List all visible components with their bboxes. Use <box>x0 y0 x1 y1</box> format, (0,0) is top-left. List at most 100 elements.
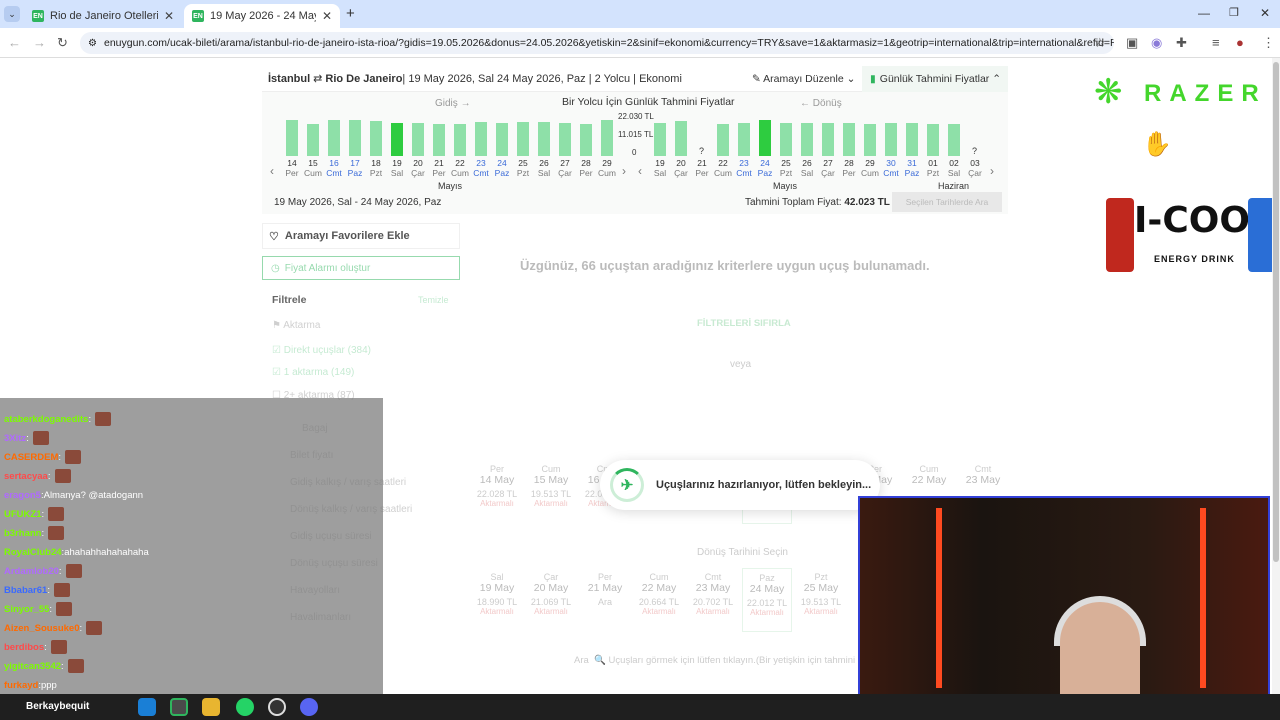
menu-dots-icon[interactable]: ⋮ <box>1262 35 1275 51</box>
price-bar[interactable] <box>948 124 960 156</box>
price-bar[interactable] <box>412 123 424 156</box>
price-bar[interactable] <box>559 123 571 156</box>
outbound-day[interactable]: 18 Pzt <box>366 158 386 178</box>
browser-tab-hotels[interactable]: EN Rio de Janeiro Otelleri, Ucuz Ri ✕ <box>24 4 182 28</box>
price-bar[interactable] <box>675 121 687 156</box>
daily-prices-toggle[interactable]: ▮ Günlük Tahmini Fiyatlar ⌃ <box>862 66 1008 92</box>
return-day[interactable]: 21 Per <box>692 158 712 178</box>
clear-filters-link[interactable]: Temizle <box>418 295 449 305</box>
return-day[interactable]: 19 Sal <box>650 158 670 178</box>
return-date-card[interactable]: Cum 22 May 20.664 TL Aktarmalı <box>634 568 684 632</box>
price-bar[interactable] <box>906 123 918 156</box>
price-bar[interactable] <box>580 124 592 156</box>
close-icon[interactable]: ✕ <box>322 9 332 23</box>
checkbox-direct[interactable]: ☑ Direkt uçuşlar (384) <box>272 345 452 356</box>
extension-icon[interactable]: ◉ <box>1151 35 1162 51</box>
edge-icon[interactable] <box>138 698 156 716</box>
price-bar[interactable] <box>738 123 750 156</box>
outbound-day[interactable]: 15 Cum <box>303 158 323 178</box>
site-info-icon[interactable]: ⚙ <box>88 38 97 49</box>
return-date-card[interactable]: Per 21 May Ara <box>580 568 630 632</box>
price-bar[interactable] <box>328 120 340 156</box>
whatsapp-icon[interactable] <box>236 698 254 716</box>
return-day[interactable]: 02 Sal <box>944 158 964 178</box>
discord-icon[interactable] <box>300 698 318 716</box>
prev-arrow-icon[interactable]: ‹ <box>270 164 274 178</box>
return-day[interactable]: 23 Cmt <box>734 158 754 178</box>
next-arrow-icon[interactable]: › <box>990 164 994 178</box>
price-bar[interactable] <box>454 124 466 156</box>
outbound-day[interactable]: 26 Sal <box>534 158 554 178</box>
price-bar[interactable] <box>475 122 487 156</box>
search-selected-dates-button[interactable]: Seçilen Tarihlerde Ara <box>892 192 1002 212</box>
outbound-date-card[interactable]: Per 14 May 22.028 TL Aktarmalı <box>472 460 522 524</box>
outbound-day[interactable]: 17 Paz <box>345 158 365 178</box>
price-alarm-button[interactable]: ◷ Fiyat Alarmı oluştur <box>262 256 460 280</box>
scrollbar-thumb[interactable] <box>1273 62 1279 562</box>
outbound-day[interactable]: 25 Pzt <box>513 158 533 178</box>
price-bar[interactable] <box>433 124 445 156</box>
outbound-day[interactable]: 20 Çar <box>408 158 428 178</box>
price-bar[interactable] <box>717 124 729 156</box>
prev-arrow-icon[interactable]: ‹ <box>638 164 642 178</box>
minimize-icon[interactable]: — <box>1198 6 1210 20</box>
url-input[interactable]: ⚙ enuygun.com/ucak-bileti/arama/istanbul… <box>80 32 1114 54</box>
browser-tab-flights[interactable]: EN 19 May 2026 - 24 May 2026 İstan ✕ <box>184 4 340 28</box>
file-explorer-icon[interactable] <box>202 698 220 716</box>
return-date-card[interactable]: Çar 20 May 21.069 TL Aktarmalı <box>526 568 576 632</box>
price-bar[interactable] <box>843 123 855 156</box>
restore-icon[interactable]: ❐ <box>1229 6 1239 19</box>
return-day[interactable]: 24 Paz <box>755 158 775 178</box>
price-bar[interactable] <box>370 121 382 156</box>
outbound-day[interactable]: 22 Cum <box>450 158 470 178</box>
price-bar[interactable] <box>307 124 319 156</box>
return-day[interactable]: 22 Cum <box>713 158 733 178</box>
icool-ad[interactable]: I-COOL ENERGY DRINK <box>1106 196 1276 274</box>
edit-search-button[interactable]: ✎ Aramayı Düzenle ⌄ <box>752 73 855 85</box>
return-day[interactable]: 01 Pzt <box>923 158 943 178</box>
price-bar[interactable] <box>391 123 403 156</box>
outbound-day[interactable]: 29 Cum <box>597 158 617 178</box>
price-bar[interactable] <box>496 123 508 156</box>
price-bar[interactable] <box>864 124 876 156</box>
return-day[interactable]: 27 Çar <box>818 158 838 178</box>
price-bar[interactable] <box>927 124 939 156</box>
outbound-day[interactable]: 28 Per <box>576 158 596 178</box>
outbound-day[interactable]: 16 Cmt <box>324 158 344 178</box>
chrome-icon[interactable] <box>170 698 188 716</box>
return-day[interactable]: 25 Pzt <box>776 158 796 178</box>
price-bar[interactable] <box>885 123 897 156</box>
add-favorite-button[interactable]: ♡ Aramayı Favorilere Ekle <box>262 223 460 249</box>
scrollbar[interactable] <box>1272 58 1280 694</box>
return-day[interactable]: 29 Cum <box>860 158 880 178</box>
return-date-card[interactable]: Paz 24 May 22.012 TL Aktarmalı <box>742 568 792 632</box>
tab-list-chevron-icon[interactable]: ⌄ <box>4 6 20 22</box>
puzzle-icon[interactable]: ✚ <box>1176 35 1187 51</box>
checkbox-one-stop[interactable]: ☑ 1 aktarma (149) <box>272 367 452 378</box>
return-date-card[interactable]: Pzt 25 May 19.513 TL Aktarmalı <box>796 568 846 632</box>
price-bar[interactable] <box>759 120 771 156</box>
outbound-day[interactable]: 27 Çar <box>555 158 575 178</box>
window-close-icon[interactable]: ✕ <box>1260 6 1270 20</box>
price-bar[interactable] <box>538 122 550 156</box>
return-day[interactable]: 20 Çar <box>671 158 691 178</box>
obs-icon[interactable] <box>268 698 286 716</box>
reload-icon[interactable]: ↻ <box>57 35 68 51</box>
outbound-day[interactable]: 23 Cmt <box>471 158 491 178</box>
new-tab-plus-icon[interactable]: + <box>346 5 355 22</box>
reset-filters-button[interactable]: FİLTRELERİ SIFIRLA <box>697 318 791 329</box>
return-day[interactable]: 28 Per <box>839 158 859 178</box>
price-bar[interactable] <box>822 123 834 156</box>
return-date-card[interactable]: Cmt 23 May 20.702 TL Aktarmalı <box>688 568 738 632</box>
close-icon[interactable]: ✕ <box>164 9 174 23</box>
price-bar[interactable] <box>349 120 361 156</box>
outbound-day[interactable]: 24 Paz <box>492 158 512 178</box>
forward-arrow-icon[interactable]: → <box>33 35 46 50</box>
price-bar[interactable] <box>780 123 792 156</box>
filter-aktarma[interactable]: ⚑ Aktarma <box>272 320 452 331</box>
media-icon[interactable]: ≡ <box>1212 35 1220 50</box>
extension-icon[interactable]: ▣ <box>1126 35 1138 51</box>
outbound-day[interactable]: 19 Sal <box>387 158 407 178</box>
outbound-date-card[interactable]: Cum 15 May 19.513 TL Aktarmalı <box>526 460 576 524</box>
next-arrow-icon[interactable]: › <box>622 164 626 178</box>
